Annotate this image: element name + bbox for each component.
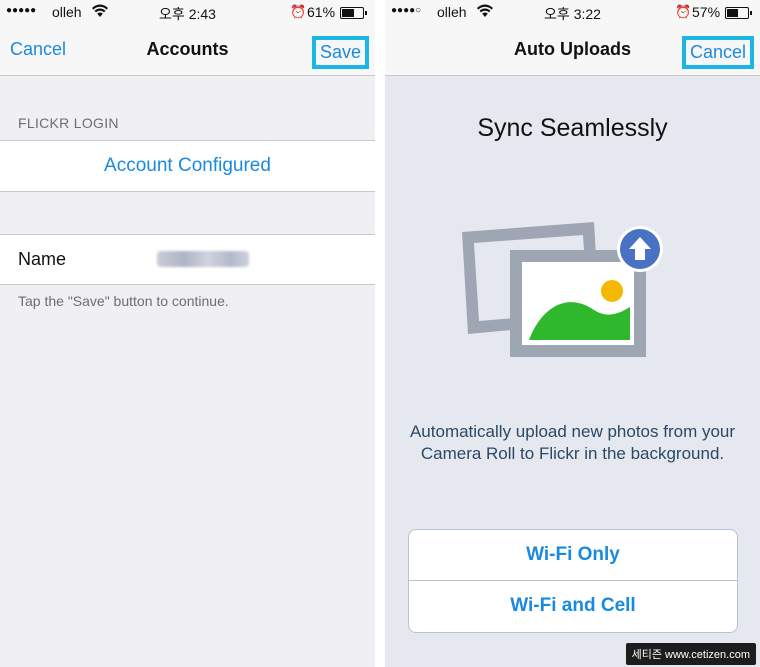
status-bar: ●●●●● olleh 오후 2:43 ⏰ 61% bbox=[0, 0, 375, 24]
battery-percent: 61% bbox=[307, 4, 336, 20]
battery-icon bbox=[725, 7, 752, 19]
navigation-bar: Auto Uploads Cancel bbox=[385, 24, 760, 76]
navigation-bar: Cancel Accounts Save bbox=[0, 24, 375, 76]
save-button[interactable]: Save bbox=[311, 36, 369, 69]
wifi-and-cell-button[interactable]: Wi-Fi and Cell bbox=[409, 581, 737, 631]
status-bar: ●●●●○ olleh 오후 3:22 ⏰ 57% bbox=[385, 0, 760, 24]
photo-upload-illustration bbox=[460, 218, 680, 363]
name-value-blurred bbox=[157, 251, 249, 267]
accounts-screen: ●●●●● olleh 오후 2:43 ⏰ 61% Cancel Account… bbox=[0, 0, 375, 667]
auto-upload-description: Automatically upload new photos from you… bbox=[409, 422, 736, 463]
alarm-icon: ⏰ bbox=[675, 4, 692, 19]
upload-option-group: Wi-Fi Only Wi-Fi and Cell bbox=[408, 529, 738, 633]
name-row[interactable]: Name bbox=[0, 234, 375, 285]
name-label: Name bbox=[18, 249, 67, 269]
watermark: 세티즌 www.cetizen.com bbox=[625, 643, 756, 665]
cancel-button[interactable]: Cancel bbox=[681, 36, 754, 69]
instruction-text: Tap the "Save" button to continue. bbox=[18, 293, 229, 309]
account-status: Account Configured bbox=[104, 155, 271, 176]
auto-uploads-screen: ●●●●○ olleh 오후 3:22 ⏰ 57% Auto Uploads C… bbox=[385, 0, 760, 667]
alarm-icon: ⏰ bbox=[290, 4, 307, 19]
sync-heading: Sync Seamlessly bbox=[477, 114, 668, 142]
upload-arrow-icon bbox=[617, 226, 663, 272]
account-configured-cell[interactable]: Account Configured bbox=[0, 140, 375, 192]
battery-icon bbox=[340, 7, 367, 19]
battery-percent: 57% bbox=[692, 4, 721, 20]
section-header: FLICKR LOGIN bbox=[18, 115, 119, 131]
wifi-only-button[interactable]: Wi-Fi Only bbox=[409, 530, 737, 581]
